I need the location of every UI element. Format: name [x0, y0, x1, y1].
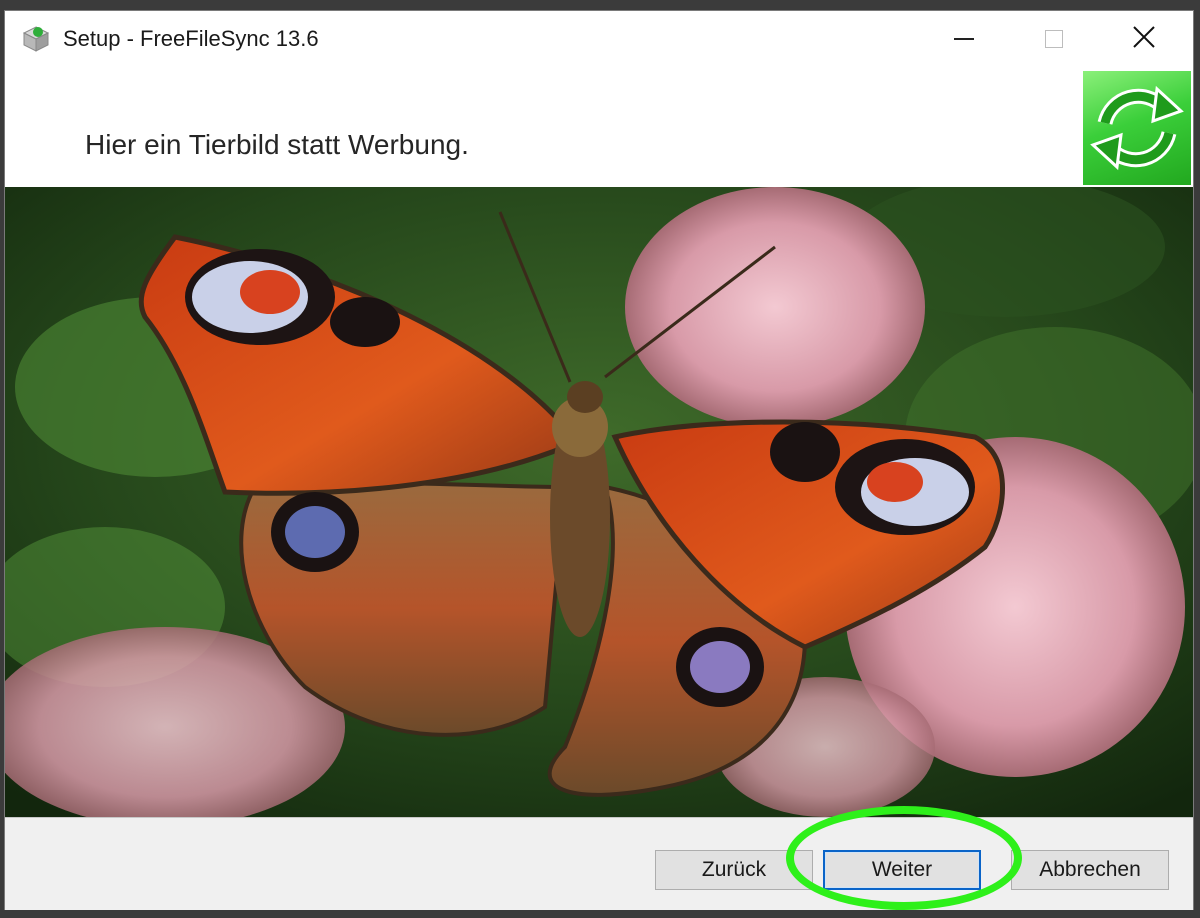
maximize-icon [1045, 30, 1063, 48]
back-button[interactable]: Zurück [655, 850, 813, 890]
minimize-icon [954, 38, 974, 40]
close-icon [1132, 25, 1156, 54]
header-text: Hier ein Tierbild statt Werbung. [85, 129, 469, 160]
wizard-header: Hier ein Tierbild statt Werbung. [5, 69, 1193, 187]
sync-arrows-icon [1083, 71, 1191, 185]
minimize-button[interactable] [919, 11, 1009, 67]
close-button[interactable] [1099, 11, 1189, 67]
wizard-footer: Zurück Weiter Abbrechen [5, 817, 1193, 910]
cancel-button[interactable]: Abbrechen [1011, 850, 1169, 890]
window-title: Setup - FreeFileSync 13.6 [63, 26, 319, 51]
setup-window: Setup - FreeFileSync 13.6 Hier ein Tierb… [4, 10, 1194, 910]
app-installer-icon [21, 24, 51, 54]
butterfly-photo [5, 187, 1193, 817]
next-button[interactable]: Weiter [823, 850, 981, 890]
title-bar[interactable]: Setup - FreeFileSync 13.6 [5, 11, 1193, 69]
maximize-button[interactable] [1009, 11, 1099, 67]
